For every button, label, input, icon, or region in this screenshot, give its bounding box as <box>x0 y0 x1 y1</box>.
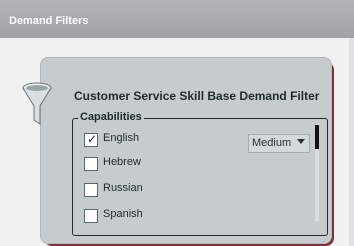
checkmark-icon: ✓ <box>87 132 98 146</box>
capability-label: English <box>103 132 140 144</box>
scrollbar-thumb[interactable] <box>315 125 319 149</box>
level-select-value: Medium <box>252 137 292 149</box>
capability-label: Hebrew <box>103 156 141 168</box>
level-select[interactable]: Medium <box>248 134 310 153</box>
capability-label: Russian <box>103 182 143 194</box>
filter-title: Customer Service Skill Base Demand Filte… <box>74 89 320 103</box>
funnel-icon <box>22 82 52 125</box>
panel-title: Demand Filters <box>9 15 89 27</box>
capability-label: Spanish <box>103 208 143 220</box>
checkbox-russian[interactable] <box>84 183 98 197</box>
checkbox-spanish[interactable] <box>84 209 98 223</box>
checkbox-english[interactable]: ✓ <box>84 132 98 147</box>
list-scrollbar[interactable] <box>315 125 319 221</box>
panel-header: Demand Filters <box>0 0 354 38</box>
checkbox-hebrew[interactable] <box>84 157 98 171</box>
chevron-down-icon <box>297 139 305 144</box>
capabilities-label: Capabilities <box>78 111 144 123</box>
panel-edge <box>349 38 354 246</box>
